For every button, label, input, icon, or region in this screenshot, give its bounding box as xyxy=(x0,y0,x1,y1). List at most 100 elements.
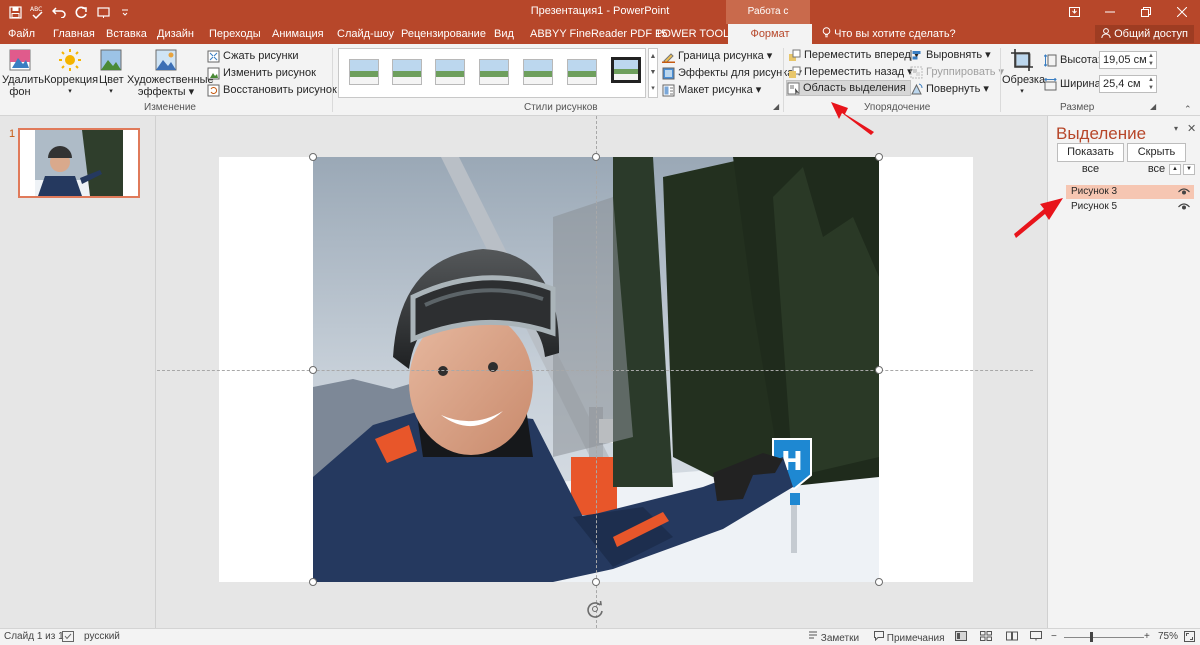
height-spinner[interactable]: ▲ ▼ xyxy=(1148,52,1154,68)
gallery-scroll[interactable]: ▲ ▼ ▾ xyxy=(648,48,658,98)
pane-close-icon[interactable]: ✕ xyxy=(1187,122,1196,135)
change-picture-button[interactable]: Изменить рисунок xyxy=(207,65,316,81)
tab-file[interactable]: Файл xyxy=(8,24,35,44)
resize-handle-right[interactable] xyxy=(875,366,883,374)
zoom-in-icon[interactable]: + xyxy=(1144,631,1150,642)
remove-background-button[interactable]: Удалить фон xyxy=(2,48,44,98)
picture-layout-button[interactable]: Макет рисунка ▾ xyxy=(662,82,761,98)
resize-handle-bottom-left[interactable] xyxy=(309,578,317,586)
picture-style-3[interactable] xyxy=(435,59,465,85)
picture-style-4[interactable] xyxy=(479,59,509,85)
resize-handle-top-left[interactable] xyxy=(309,153,317,161)
customize-icon[interactable] xyxy=(116,3,134,21)
tab-abbyy[interactable]: ABBYY FineReader PDF 15 xyxy=(530,24,667,44)
picture-style-1[interactable] xyxy=(349,59,379,85)
selection-item-picture-3[interactable]: Рисунок 3 xyxy=(1066,185,1194,199)
styles-dialog-launcher[interactable]: ◢ xyxy=(773,102,779,111)
tab-power-tools[interactable]: POWER TOOLS xyxy=(655,24,737,44)
corrections-button[interactable]: Коррекция ▾ xyxy=(44,48,98,98)
tab-view[interactable]: Вид xyxy=(494,24,514,44)
sun-icon xyxy=(58,48,82,72)
tab-review[interactable]: Рецензирование xyxy=(401,24,486,44)
reset-picture-button[interactable]: Восстановить рисунок ▾ xyxy=(207,82,345,98)
color-button[interactable]: Цвет ▾ xyxy=(99,48,124,98)
artistic-effects-button[interactable]: Художественные эффекты ▾ xyxy=(127,48,214,98)
comments-icon xyxy=(874,631,884,642)
undo-icon[interactable] xyxy=(50,3,68,21)
group-label-adjust: Изменение xyxy=(144,102,196,113)
share-button[interactable]: Общий доступ xyxy=(1095,25,1194,43)
size-dialog-launcher[interactable]: ◢ xyxy=(1150,102,1156,111)
picture-effects-button[interactable]: Эффекты для рисунка ▾ xyxy=(662,65,802,81)
rotate-button[interactable]: Повернуть ▾ xyxy=(910,81,989,97)
resize-handle-bottom-right[interactable] xyxy=(875,578,883,586)
picture-tools-context: Работа с рисунками xyxy=(726,0,810,41)
crop-label: Обрезка xyxy=(1002,74,1046,86)
picture-style-2[interactable] xyxy=(392,59,422,85)
tab-insert[interactable]: Вставка xyxy=(106,24,147,44)
bring-forward-arrow-icon[interactable]: ▲ xyxy=(1169,164,1181,175)
tab-home[interactable]: Главная xyxy=(53,24,95,44)
zoom-out-icon[interactable]: − xyxy=(1051,631,1057,642)
crop-button[interactable]: Обрезка ▾ xyxy=(1002,48,1046,98)
tab-transitions[interactable]: Переходы xyxy=(209,24,261,44)
comments-button[interactable]: Примечания xyxy=(874,631,945,644)
resize-handle-top[interactable] xyxy=(592,153,600,161)
ribbon-display-icon[interactable] xyxy=(1056,0,1092,24)
rotate-handle-icon[interactable] xyxy=(586,600,604,618)
hide-all-button[interactable]: Скрыть все xyxy=(1127,143,1186,175)
picture-style-6[interactable] xyxy=(567,59,597,85)
picture-border-button[interactable]: Граница рисунка ▾ xyxy=(662,48,772,64)
restore-icon[interactable] xyxy=(1128,0,1164,24)
eye-icon[interactable] xyxy=(1178,186,1190,197)
send-backward-arrow-icon[interactable]: ▼ xyxy=(1183,164,1195,175)
width-field[interactable]: 25,4 см ▲ ▼ xyxy=(1099,75,1157,93)
pane-options-icon[interactable]: ▾ xyxy=(1174,124,1178,133)
close-icon[interactable] xyxy=(1164,0,1200,24)
resize-handle-left[interactable] xyxy=(309,366,317,374)
fit-to-window-icon[interactable] xyxy=(1184,631,1195,645)
align-icon xyxy=(910,49,921,61)
height-field[interactable]: 19,05 см ▲ ▼ xyxy=(1099,51,1157,69)
zoom-slider-thumb[interactable] xyxy=(1090,632,1093,642)
tab-animations[interactable]: Анимация xyxy=(272,24,324,44)
tab-format[interactable]: Формат xyxy=(728,24,812,44)
present-icon[interactable] xyxy=(94,3,112,21)
notes-button[interactable]: Заметки xyxy=(808,631,859,644)
eye-icon[interactable] xyxy=(1178,201,1190,212)
save-icon[interactable] xyxy=(6,3,24,21)
tab-slideshow[interactable]: Слайд-шоу xyxy=(337,24,394,44)
ribbon-body: Удалить фон Коррекция ▾ Цвет ▾ Художеств… xyxy=(0,44,1200,116)
collapse-ribbon-icon[interactable]: ⌃ xyxy=(1184,104,1192,115)
show-all-button[interactable]: Показать все xyxy=(1057,143,1124,175)
language-indicator[interactable]: русский xyxy=(84,631,120,642)
picture-style-5[interactable] xyxy=(523,59,553,85)
minimize-icon[interactable] xyxy=(1092,0,1128,24)
spellcheck-status-icon[interactable] xyxy=(62,631,74,645)
picture-style-7[interactable] xyxy=(611,57,641,83)
slide-thumbnail-1[interactable] xyxy=(18,128,140,198)
redo-icon[interactable] xyxy=(72,3,90,21)
spellcheck-icon[interactable]: ABC xyxy=(28,3,46,21)
tab-design[interactable]: Дизайн xyxy=(157,24,194,44)
slide-counter: Слайд 1 из 1 xyxy=(4,631,64,642)
bring-forward-button[interactable]: Переместить вперед ▾ xyxy=(788,47,919,63)
tell-me-text: Что вы хотите сделать? xyxy=(834,28,956,40)
compress-pictures-button[interactable]: Сжать рисунки xyxy=(207,48,299,64)
align-button[interactable]: Выровнять ▾ xyxy=(910,47,991,63)
group-button[interactable]: Группировать ▾ xyxy=(910,64,1004,80)
reading-view-icon[interactable] xyxy=(1006,631,1018,644)
resize-handle-bottom[interactable] xyxy=(592,578,600,586)
tell-me-box[interactable]: Что вы хотите сделать? xyxy=(822,24,956,44)
slide-sorter-icon[interactable] xyxy=(980,631,992,644)
zoom-level[interactable]: 75% xyxy=(1158,631,1178,642)
crop-icon xyxy=(1010,48,1034,72)
width-spinner[interactable]: ▲ ▼ xyxy=(1148,76,1154,92)
slideshow-view-icon[interactable] xyxy=(1030,631,1042,644)
zoom-slider[interactable] xyxy=(1064,637,1144,638)
send-backward-button[interactable]: Переместить назад ▾ xyxy=(788,64,913,80)
selection-item-picture-5[interactable]: Рисунок 5 xyxy=(1066,200,1194,214)
selection-pane-button[interactable]: Область выделения xyxy=(786,80,911,96)
normal-view-icon[interactable] xyxy=(955,631,967,644)
resize-handle-top-right[interactable] xyxy=(875,153,883,161)
